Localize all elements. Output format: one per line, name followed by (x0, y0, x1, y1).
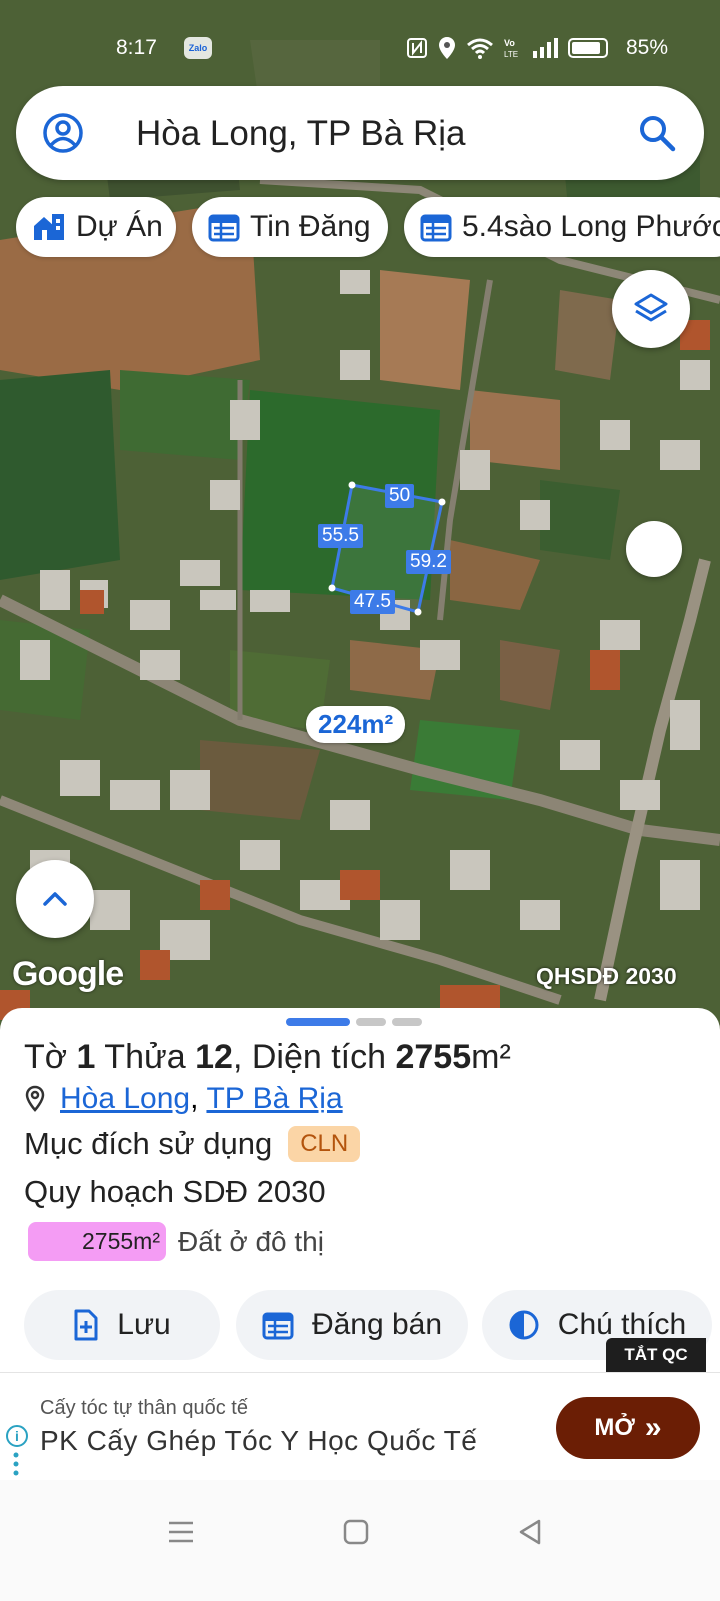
home-button[interactable] (334, 1510, 378, 1554)
expand-sheet-button[interactable] (16, 860, 94, 938)
legend-label: Chú thích (557, 1308, 687, 1341)
back-triangle-icon (519, 1519, 541, 1545)
system-nav-bar (0, 1480, 720, 1601)
locate-button[interactable] (626, 521, 682, 577)
wifi-icon (467, 38, 493, 59)
svg-text:LTE: LTE (504, 50, 518, 59)
hide-ad-button[interactable]: TẮT QC (606, 1338, 706, 1372)
layers-button[interactable] (612, 270, 690, 348)
save-label: Lưu (117, 1308, 171, 1341)
app-root: 50 55.5 59.2 47.5 224m² Google QHSDĐ 203… (0, 0, 720, 1601)
chip-label: Dự Án (76, 210, 163, 243)
battery-percent: 85% (626, 36, 669, 59)
ad-title[interactable]: PK Cấy Ghép Tóc Y Học Quốc Tế (40, 1425, 477, 1457)
chip-label: 5.4sào Long Phước (462, 210, 720, 243)
plot-number: 12 (195, 1038, 233, 1076)
add-file-icon (74, 1309, 98, 1341)
plot-label: Thửa (104, 1038, 186, 1076)
ad-open-button[interactable]: MỞ » (556, 1397, 700, 1459)
sheet-number: 1 (76, 1038, 96, 1076)
ad-open-label: MỞ (594, 1414, 635, 1441)
sheet-label: Tờ (24, 1038, 68, 1076)
square-icon (343, 1519, 369, 1545)
signal-icon (533, 38, 558, 58)
land-use-purpose: Mục đích sử dụng CLN (24, 1126, 361, 1162)
volte-icon: Vo LTE (504, 38, 518, 59)
area-measure-badge[interactable]: 224m² (306, 706, 406, 743)
svg-text:Vo: Vo (504, 38, 515, 48)
status-bar: 8:17 Zalo Vo LTE 85% (0, 28, 720, 68)
purpose-label: Mục đích sử dụng (24, 1126, 273, 1161)
calendar-icon (208, 214, 240, 242)
layers-icon (634, 293, 668, 322)
pager-dot-active[interactable] (286, 1018, 350, 1026)
google-logo: Google (12, 955, 124, 993)
calendar-icon (262, 1312, 294, 1340)
title-comma: , (232, 1038, 243, 1076)
double-chevron-icon: » (644, 1411, 662, 1444)
building-icon (34, 214, 64, 240)
sheet-pager[interactable] (286, 1018, 422, 1026)
chip-tin-dang[interactable]: Tin Đăng (192, 197, 388, 257)
area-unit: m² (471, 1038, 511, 1076)
area-label: Diện tích (251, 1038, 387, 1076)
pager-dot[interactable] (356, 1018, 386, 1026)
chip-listing[interactable]: 5.4sào Long Phước (404, 197, 720, 257)
zalo-notification-icon: Zalo (184, 37, 212, 59)
city-link[interactable]: TP Bà Rịa (206, 1082, 342, 1116)
chip-du-an[interactable]: Dự Án (16, 197, 176, 257)
parcel-edge-right-label: 59.2 (406, 550, 451, 574)
chevron-up-icon (43, 892, 67, 906)
account-icon[interactable] (42, 112, 84, 154)
nfc-icon (407, 38, 427, 58)
location-pin-icon (25, 1085, 45, 1112)
post-sale-button[interactable]: Đăng bán (236, 1290, 468, 1360)
location-comma: , (190, 1082, 199, 1115)
parcel-location: Hòa Long, TP Bà Rịa (24, 1082, 343, 1116)
search-query[interactable]: Hòa Long, TP Bà Rịa (136, 114, 465, 154)
save-button[interactable]: Lưu (24, 1290, 220, 1360)
purpose-code-badge: CLN (288, 1126, 361, 1162)
land-type-row: 2755m² Đất ở đô thị (28, 1222, 324, 1261)
parcel-edge-bottom-label: 47.5 (350, 590, 395, 614)
ad-menu-icon[interactable] (13, 1451, 19, 1477)
status-icons: Vo LTE (406, 36, 608, 60)
parcel-title: Tờ 1 Thửa 12, Diện tích 2755m² (24, 1038, 511, 1077)
ad-banner[interactable]: i Cấy tóc tự thân quốc tế PK Cấy Ghép Tó… (0, 1372, 720, 1480)
battery-icon (568, 38, 608, 58)
land-area-swatch: 2755m² (28, 1222, 166, 1261)
pager-dot[interactable] (392, 1018, 422, 1026)
location-icon (439, 37, 455, 59)
contrast-icon (509, 1310, 539, 1340)
search-icon[interactable] (636, 112, 678, 154)
plan-heading: Quy hoạch SDĐ 2030 (24, 1174, 326, 1209)
ad-info-icon[interactable]: i (6, 1425, 28, 1447)
land-type-label: Đất ở đô thị (177, 1225, 324, 1257)
map-layer-label: QHSDĐ 2030 (536, 963, 677, 989)
area-value: 2755 (395, 1038, 472, 1076)
back-button[interactable] (508, 1510, 552, 1554)
calendar-icon (420, 214, 452, 242)
menu-icon (169, 1521, 193, 1543)
recent-apps-button[interactable] (159, 1510, 203, 1554)
ward-link[interactable]: Hòa Long (60, 1082, 190, 1116)
parcel-edge-left-label: 55.5 (318, 524, 363, 548)
search-bar[interactable]: Hòa Long, TP Bà Rịa (16, 86, 704, 180)
post-sale-label: Đăng bán (311, 1308, 443, 1341)
status-time: 8:17 (116, 36, 157, 59)
parcel-info-sheet[interactable]: Tờ 1 Thửa 12, Diện tích 2755m² Hòa Long,… (0, 1008, 720, 1380)
parcel-edge-top-label: 50 (385, 484, 415, 508)
ad-subtitle: Cấy tóc tự thân quốc tế (40, 1397, 248, 1419)
chip-label: Tin Đăng (250, 210, 371, 243)
